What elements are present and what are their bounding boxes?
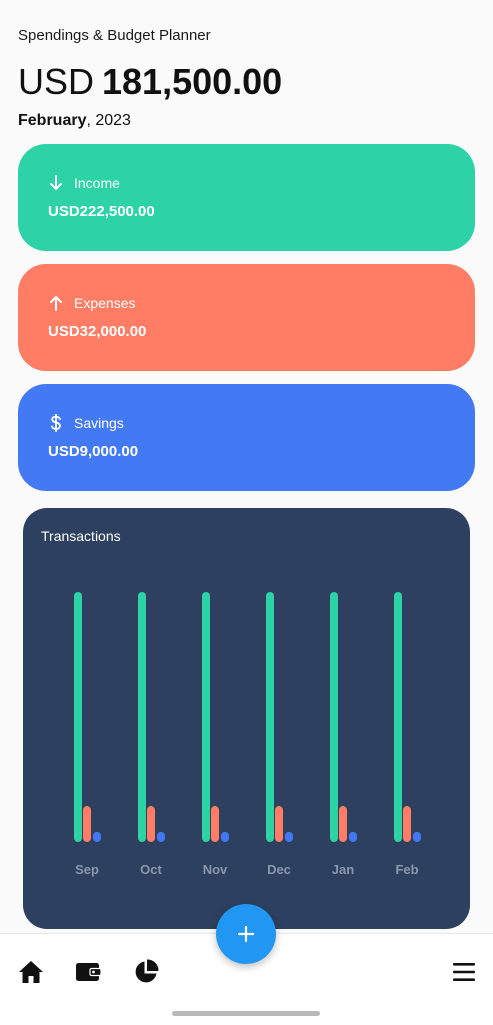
home-indicator[interactable] [172, 1011, 320, 1016]
nav-home[interactable] [17, 958, 45, 986]
arrow-down-icon [50, 175, 62, 190]
income-card[interactable]: Income USD222,500.00 [18, 144, 475, 251]
bar-sep-series-3 [93, 831, 101, 842]
savings-card[interactable]: Savings USD9,000.00 [18, 384, 475, 491]
tick-label-feb: Feb [395, 862, 418, 877]
tick-label-oct: Oct [140, 862, 162, 877]
period-selector[interactable]: February, 2023 [18, 112, 131, 130]
income-label: Income [74, 175, 120, 191]
bar-jan-series-1 [330, 592, 338, 842]
transactions-title: Transactions [41, 528, 121, 544]
expenses-label: Expenses [74, 295, 136, 311]
expenses-card[interactable]: Expenses USD32,000.00 [18, 264, 475, 371]
nav-menu[interactable] [450, 958, 478, 986]
income-value: USD222,500.00 [48, 203, 155, 220]
balance-display: USD 181,500.00 [18, 60, 282, 104]
bar-oct-series-3 [157, 831, 165, 842]
nav-reports[interactable] [132, 958, 160, 986]
nav-wallet[interactable] [74, 958, 102, 986]
add-transaction-button[interactable] [216, 904, 276, 964]
wallet-icon [76, 963, 102, 981]
tick-label-jan: Jan [332, 862, 354, 877]
tick-label-dec: Dec [267, 862, 291, 877]
bar-nov-series-3 [221, 831, 229, 842]
period-year: , 2023 [86, 112, 131, 129]
arrow-up-icon [50, 296, 62, 311]
balance-currency: USD [18, 61, 95, 102]
period-month: February [18, 112, 87, 129]
transactions-panel: Sep Oct Nov Dec Jan Feb Transactions [23, 508, 470, 929]
bar-oct-series-2 [147, 806, 155, 842]
savings-value: USD9,000.00 [48, 443, 139, 460]
bar-jan-series-2 [339, 806, 347, 842]
bar-sep-series-1 [74, 592, 82, 842]
bar-nov-series-2 [211, 806, 219, 842]
dollar-icon [51, 414, 61, 432]
bar-feb-series-1 [394, 592, 402, 842]
tick-label-sep: Sep [75, 862, 99, 877]
bar-feb-series-3 [413, 831, 421, 842]
transactions-chart: Sep Oct Nov Dec Jan Feb [74, 592, 421, 877]
savings-label: Savings [74, 415, 124, 431]
bar-jan-series-3 [349, 831, 357, 842]
balance-amount: 181,500.00 [102, 61, 283, 102]
bar-oct-series-1 [138, 592, 146, 842]
pie-chart-icon [135, 959, 159, 983]
bar-dec-series-1 [266, 592, 274, 842]
menu-icon [453, 963, 475, 981]
tick-label-nov: Nov [203, 862, 228, 877]
home-icon [19, 961, 43, 983]
bar-dec-series-2 [275, 806, 283, 842]
bar-nov-series-1 [202, 592, 210, 842]
bar-sep-series-2 [83, 806, 91, 842]
app-title: Spendings & Budget Planner [18, 27, 211, 44]
expenses-value: USD32,000.00 [48, 323, 147, 340]
bar-dec-series-3 [285, 831, 293, 842]
plus-icon [237, 925, 255, 943]
bar-feb-series-2 [403, 806, 411, 842]
